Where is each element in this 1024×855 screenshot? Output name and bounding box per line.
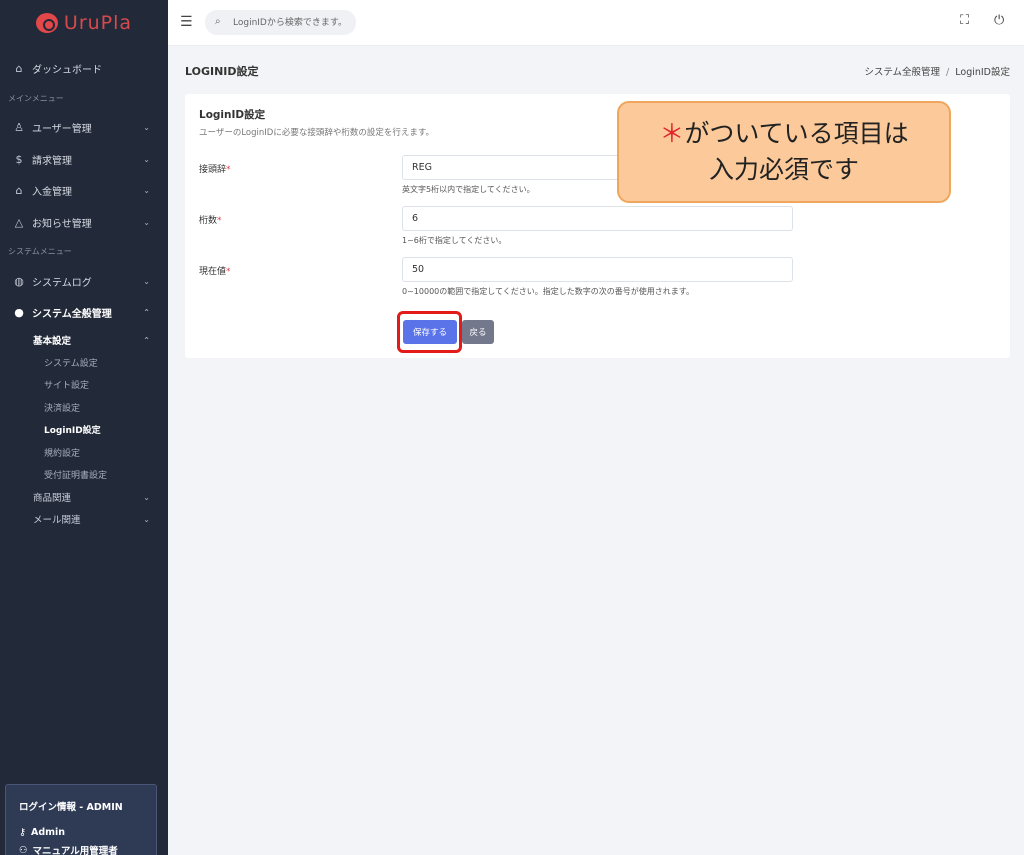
sidebar-item-system-log[interactable]: ◍ システムログ ⌄ xyxy=(0,269,168,293)
logo[interactable]: UruPla xyxy=(0,0,168,46)
current-value-input[interactable] xyxy=(402,257,793,282)
login-user: Admin xyxy=(30,827,66,838)
sidebar-item-label: 商品関連 xyxy=(33,493,72,504)
logo-text: UruPla xyxy=(63,12,133,34)
login-role-row: ⚇ マニュアル用管理者 xyxy=(19,843,143,855)
sidebar-item-mail[interactable]: メール関連 ⌄ xyxy=(33,509,168,529)
fullscreen-icon[interactable]: ⛶ xyxy=(960,13,969,28)
key-icon: ⚷ xyxy=(19,827,26,838)
chevron-up-icon: ⌃ xyxy=(143,335,150,345)
card-title: LoginID設定 xyxy=(199,109,266,121)
sidebar-item-loginid-settings[interactable]: LoginID設定 xyxy=(44,419,168,439)
bank-icon: ⌂ xyxy=(15,183,23,197)
login-role: マニュアル用管理者 xyxy=(32,846,118,855)
login-info-box: ログイン情報 - ADMIN ⚷ Admin ⚇ マニュアル用管理者 xyxy=(5,784,157,855)
digits-help: 1~6桁で指定してください。 xyxy=(402,236,507,245)
card-description: ユーザーのLoginIDに必要な接頭辞や桁数の設定を行えます。 xyxy=(199,128,434,138)
current-value-label: 現在値* xyxy=(199,267,231,277)
menu-icon[interactable]: ☰ xyxy=(180,14,193,30)
sidebar-item-label: ユーザー管理 xyxy=(32,123,92,135)
search-icon: ⌕ xyxy=(215,16,221,27)
required-fields-callout: ＊がついている項目は 入力必須です xyxy=(617,101,951,203)
main-menu-label: メインメニュー xyxy=(8,94,64,103)
save-button[interactable]: 保存する xyxy=(403,320,457,344)
prefix-label: 接頭辞* xyxy=(199,165,231,175)
sidebar-item-payment-settings[interactable]: 決済設定 xyxy=(44,397,168,417)
globe-icon: ◍ xyxy=(14,274,24,288)
back-button[interactable]: 戻る xyxy=(462,320,494,344)
sidebar-item-label: 入金管理 xyxy=(32,186,72,198)
sidebar-item-system-settings[interactable]: システム設定 xyxy=(44,352,168,372)
users-icon: ⚇ xyxy=(19,844,28,855)
current-value-help: 0~10000の範囲で指定してください。指定した数字の次の番号が使用されます。 xyxy=(402,287,694,296)
breadcrumb-separator: / xyxy=(946,67,950,78)
system-menu-label: システムメニュー xyxy=(8,247,72,256)
login-user-row: ⚷ Admin xyxy=(19,827,143,838)
sidebar-item-basic-settings[interactable]: 基本設定 ⌃ xyxy=(33,330,168,350)
callout-line-1: ＊がついている項目は xyxy=(659,119,909,148)
sidebar-item-receipt-settings[interactable]: 受付証明書設定 xyxy=(44,464,168,484)
sidebar-item-label: 請求管理 xyxy=(32,155,72,167)
logo-icon xyxy=(35,13,58,33)
login-info-title: ログイン情報 - ADMIN xyxy=(19,802,123,813)
chevron-down-icon: ⌄ xyxy=(143,514,150,524)
chevron-down-icon: ⌄ xyxy=(143,492,150,502)
sidebar: UruPla ⌂ ダッシュボード メインメニュー ♙ ユーザー管理 ⌄ $ 請求… xyxy=(0,0,168,855)
digits-label: 桁数* xyxy=(199,216,222,226)
search-input[interactable] xyxy=(205,10,356,35)
sidebar-item-site-settings[interactable]: サイト設定 xyxy=(44,374,168,394)
breadcrumb-item-current: LoginID設定 xyxy=(955,67,1010,78)
prefix-help: 英文字5桁以内で指定してください。 xyxy=(402,185,535,194)
sidebar-item-billing[interactable]: $ 請求管理 ⌄ xyxy=(0,147,168,171)
chevron-down-icon: ⌄ xyxy=(143,185,150,195)
sidebar-item-users[interactable]: ♙ ユーザー管理 ⌄ xyxy=(0,115,168,139)
chevron-down-icon: ⌄ xyxy=(143,154,150,164)
breadcrumb: システム全般管理 / LoginID設定 xyxy=(864,64,1010,78)
globe-icon: ● xyxy=(14,305,24,319)
callout-line-2: 入力必須です xyxy=(708,155,859,184)
sidebar-item-label: メール関連 xyxy=(33,515,81,526)
sidebar-item-label: ダッシュボード xyxy=(32,64,102,76)
topbar: ☰ ⌕ ⛶ ⏻ xyxy=(168,0,1024,46)
chevron-up-icon: ⌃ xyxy=(143,307,150,317)
sidebar-item-label: システムログ xyxy=(32,277,92,289)
sidebar-item-label: 基本設定 xyxy=(33,336,72,347)
sidebar-item-payments[interactable]: ⌂ 入金管理 ⌄ xyxy=(0,178,168,202)
bell-icon: △ xyxy=(14,215,24,229)
sidebar-item-products[interactable]: 商品関連 ⌄ xyxy=(33,487,168,507)
sidebar-item-notices[interactable]: △ お知らせ管理 ⌄ xyxy=(0,210,168,234)
digits-input[interactable] xyxy=(402,206,793,231)
home-icon: ⌂ xyxy=(15,61,23,75)
power-icon[interactable]: ⏻ xyxy=(994,13,1004,28)
sidebar-item-label: システム全般管理 xyxy=(32,308,112,320)
sidebar-item-terms-settings[interactable]: 規約設定 xyxy=(44,442,168,462)
chevron-down-icon: ⌄ xyxy=(143,276,150,286)
chevron-down-icon: ⌄ xyxy=(143,217,150,227)
user-icon: ♙ xyxy=(14,120,24,134)
chevron-down-icon: ⌄ xyxy=(143,122,150,132)
sidebar-item-dashboard[interactable]: ⌂ ダッシュボード xyxy=(0,56,168,80)
breadcrumb-item[interactable]: システム全般管理 xyxy=(864,67,940,78)
dollar-icon: $ xyxy=(15,152,23,166)
sidebar-item-system-general[interactable]: ● システム全般管理 ⌃ xyxy=(0,300,168,324)
sidebar-item-label: お知らせ管理 xyxy=(32,218,92,230)
page-title: LOGINID設定 xyxy=(185,65,259,78)
